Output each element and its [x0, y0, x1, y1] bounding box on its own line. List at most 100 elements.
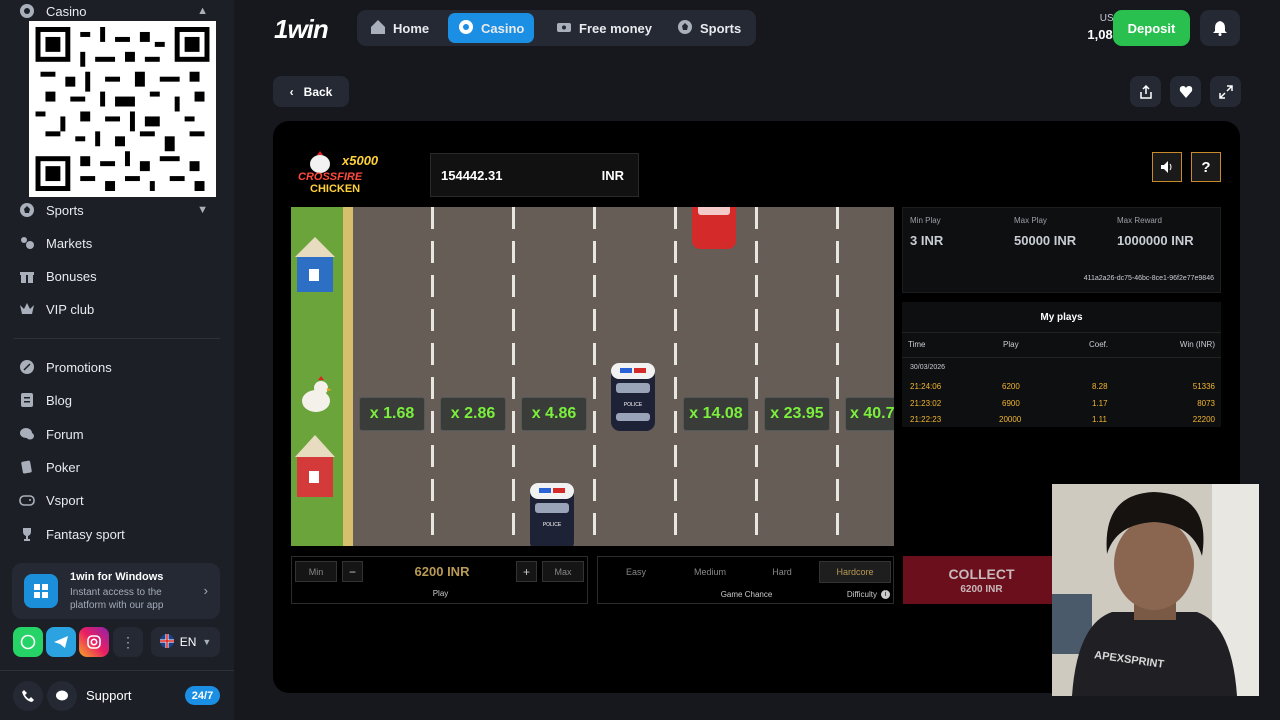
fullscreen-icon[interactable] — [1210, 76, 1241, 107]
crown-icon — [18, 300, 36, 318]
sidebar-item-bonuses[interactable]: Bonuses — [18, 267, 218, 285]
sidebar-item-vip[interactable]: VIP club — [18, 300, 218, 318]
whatsapp-icon[interactable] — [13, 627, 43, 657]
back-button[interactable]: ‹ Back — [273, 76, 349, 107]
support-label[interactable]: Support — [86, 688, 132, 703]
chevron-up-icon: ▲ — [197, 5, 208, 17]
difficulty-hardcore[interactable]: Hardcore — [819, 561, 891, 583]
nav-label: Sports — [700, 20, 742, 36]
difficulty-hard[interactable]: Hard — [746, 561, 818, 583]
app-banner-subtitle: Instant access to the platform with our … — [70, 587, 164, 611]
sidebar-item-casino[interactable]: Casino ▲ — [18, 2, 218, 20]
sidebar-item-label: Sports — [46, 202, 84, 218]
heart-icon[interactable] — [1170, 76, 1201, 107]
nav-casino[interactable]: Casino — [448, 13, 535, 43]
house-icon — [291, 427, 337, 507]
ball-icon — [18, 201, 36, 219]
min-play-value: 3 INR — [910, 233, 944, 248]
collect-amount: 6200 INR — [960, 583, 1003, 595]
max-button[interactable]: Max — [542, 561, 584, 582]
help-icon[interactable]: ? — [1191, 152, 1221, 182]
logo[interactable]: 1win — [274, 14, 329, 45]
lane-line — [593, 207, 596, 546]
deposit-button[interactable]: Deposit — [1113, 10, 1190, 46]
lane-line — [431, 207, 434, 546]
decrease-button[interactable]: − — [342, 561, 363, 582]
sidebar-item-markets[interactable]: Markets — [18, 234, 218, 252]
round-hash: 411a2a26-dc75-46bc-8ce1-96f2e77e9846 — [1083, 275, 1214, 282]
telegram-icon[interactable] — [46, 627, 76, 657]
blog-icon — [18, 391, 36, 409]
sidebar-item-vsport[interactable]: Vsport — [18, 491, 218, 509]
back-label: Back — [303, 84, 333, 99]
sidebar-item-fantasy[interactable]: Fantasy sport — [18, 525, 218, 543]
ball-icon — [677, 19, 693, 38]
uk-flag-icon — [159, 633, 174, 651]
min-play-label: Min Play — [910, 216, 941, 225]
bet-amount[interactable]: 6200 INR — [372, 561, 512, 582]
language-selector[interactable]: EN ▼ — [151, 627, 220, 657]
sidebar-item-poker[interactable]: Poker — [18, 458, 218, 476]
bet-controls: Min − 6200 INR + Max Play — [291, 556, 588, 604]
sound-icon[interactable] — [1152, 152, 1182, 182]
sidebar-item-label: Forum — [46, 426, 84, 442]
multiplier-tile[interactable]: x 4.86 — [521, 397, 587, 431]
home-icon — [370, 19, 386, 38]
my-plays-panel: My plays Time Play Coef. Win (INR) 30/03… — [902, 302, 1221, 427]
sidebar-item-label: Vsport — [46, 492, 84, 508]
info-icon[interactable]: i — [881, 590, 890, 599]
gift-icon — [18, 267, 36, 285]
nav-home[interactable]: Home — [360, 13, 439, 43]
difficulty-easy[interactable]: Easy — [600, 561, 672, 583]
multiplier-tile[interactable]: x 1.68 — [359, 397, 425, 431]
windows-app-banner[interactable]: 1win for Windows Instant access to the p… — [12, 563, 220, 619]
collect-button[interactable]: COLLECT 6200 INR — [903, 556, 1060, 604]
sidebar-item-sports[interactable]: Sports ▼ — [18, 201, 218, 219]
lane-line — [755, 207, 758, 546]
increase-button[interactable]: + — [516, 561, 537, 582]
max-reward-value: 1000000 INR — [1117, 233, 1194, 248]
instagram-icon[interactable] — [79, 627, 109, 657]
multiplier-tile[interactable]: x 14.08 — [683, 397, 749, 431]
nav-sports[interactable]: Sports — [667, 13, 751, 43]
date-label: 30/03/2026 — [910, 364, 946, 371]
sidebar-item-promotions[interactable]: Promotions — [18, 358, 218, 376]
windows-icon — [24, 574, 58, 608]
multiplier-tile[interactable]: x 40.7 — [845, 397, 894, 431]
game-board[interactable]: x 1.68 x 2.86 x 4.86 x 14.08 x 23.95 x 4… — [291, 207, 894, 546]
play-label: Play — [432, 589, 449, 598]
column-header: Coef. — [1089, 340, 1109, 349]
multiplier-tile[interactable]: x 2.86 — [440, 397, 506, 431]
collect-label: COLLECT — [948, 565, 1015, 582]
more-icon[interactable]: ⋮ — [113, 627, 143, 657]
table-header: Time Play Coef. Win (INR) — [902, 340, 1221, 356]
markets-icon — [18, 234, 36, 252]
min-button[interactable]: Min — [295, 561, 337, 582]
curb — [343, 207, 353, 546]
sidebar-item-label: Blog — [46, 392, 73, 408]
column-header: Time — [908, 340, 926, 349]
casino-icon — [458, 19, 474, 38]
difficulty-medium[interactable]: Medium — [674, 561, 746, 583]
bell-icon[interactable] — [1200, 10, 1240, 46]
multiplier-tile[interactable]: x 23.95 — [764, 397, 830, 431]
nav-free-money[interactable]: Free money — [546, 13, 662, 43]
game-balance: 154442.31 INR — [430, 153, 639, 197]
police-car-icon: POLICE — [527, 481, 577, 546]
share-icon[interactable] — [1130, 76, 1161, 107]
game-logo: x5000 CROSSFIRE CHICKEN — [290, 150, 394, 200]
max-play-label: Max Play — [1014, 216, 1047, 225]
nav-label: Home — [393, 20, 430, 36]
sidebar-item-label: Markets — [46, 235, 93, 251]
sidebar-item-blog[interactable]: Blog — [18, 391, 218, 409]
house-icon — [291, 227, 337, 297]
divider — [14, 338, 220, 339]
sidebar-item-forum[interactable]: Forum — [18, 425, 218, 443]
top-nav: Home Casino Free money Sports — [357, 10, 756, 46]
divider — [902, 357, 1221, 358]
chicken-icon[interactable] — [299, 375, 333, 415]
phone-icon[interactable] — [13, 681, 43, 711]
chat-bubble-icon[interactable] — [47, 681, 77, 711]
sidebar-item-label: Bonuses — [46, 268, 97, 284]
car-label: POLICE — [623, 402, 643, 408]
